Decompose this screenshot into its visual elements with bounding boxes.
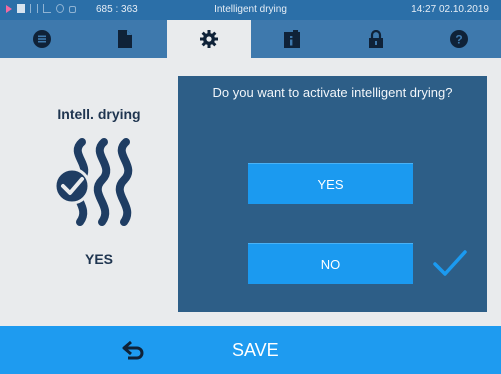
- tab-info[interactable]: [251, 20, 335, 58]
- screen: 685 : 363 Intelligent drying 14:27 02.10…: [0, 0, 501, 374]
- save-button[interactable]: SAVE: [222, 336, 289, 364]
- footer-bar: SAVE: [0, 326, 501, 374]
- back-button[interactable]: [112, 336, 156, 364]
- info-icon: [284, 30, 301, 48]
- confirm-dialog: Do you want to activate intelligent dryi…: [178, 76, 487, 312]
- svg-text:?: ?: [456, 33, 463, 47]
- setting-value: YES: [84, 251, 113, 267]
- tab-settings[interactable]: [167, 20, 251, 58]
- tab-menu[interactable]: [0, 20, 84, 58]
- status-datetime: 14:27 02.10.2019: [411, 4, 489, 15]
- intelligent-drying-icon: [53, 138, 133, 226]
- back-arrow-icon: [122, 340, 144, 360]
- document-icon: [118, 30, 133, 48]
- tab-bar: ?: [0, 20, 501, 58]
- gear-icon: [199, 30, 218, 48]
- tab-lock[interactable]: [334, 20, 418, 58]
- tab-help[interactable]: ?: [418, 20, 501, 58]
- no-button[interactable]: NO: [248, 243, 413, 284]
- yes-button[interactable]: YES: [248, 163, 413, 204]
- lock-icon: [368, 30, 383, 48]
- list-icon: [32, 30, 51, 48]
- help-icon: ?: [450, 30, 469, 48]
- selected-check-icon: [433, 250, 467, 276]
- status-bar: 685 : 363 Intelligent drying 14:27 02.10…: [0, 0, 501, 20]
- setting-name: Intell. drying: [57, 106, 141, 122]
- dialog-question: Do you want to activate intelligent dryi…: [212, 85, 453, 100]
- tab-documents[interactable]: [84, 20, 168, 58]
